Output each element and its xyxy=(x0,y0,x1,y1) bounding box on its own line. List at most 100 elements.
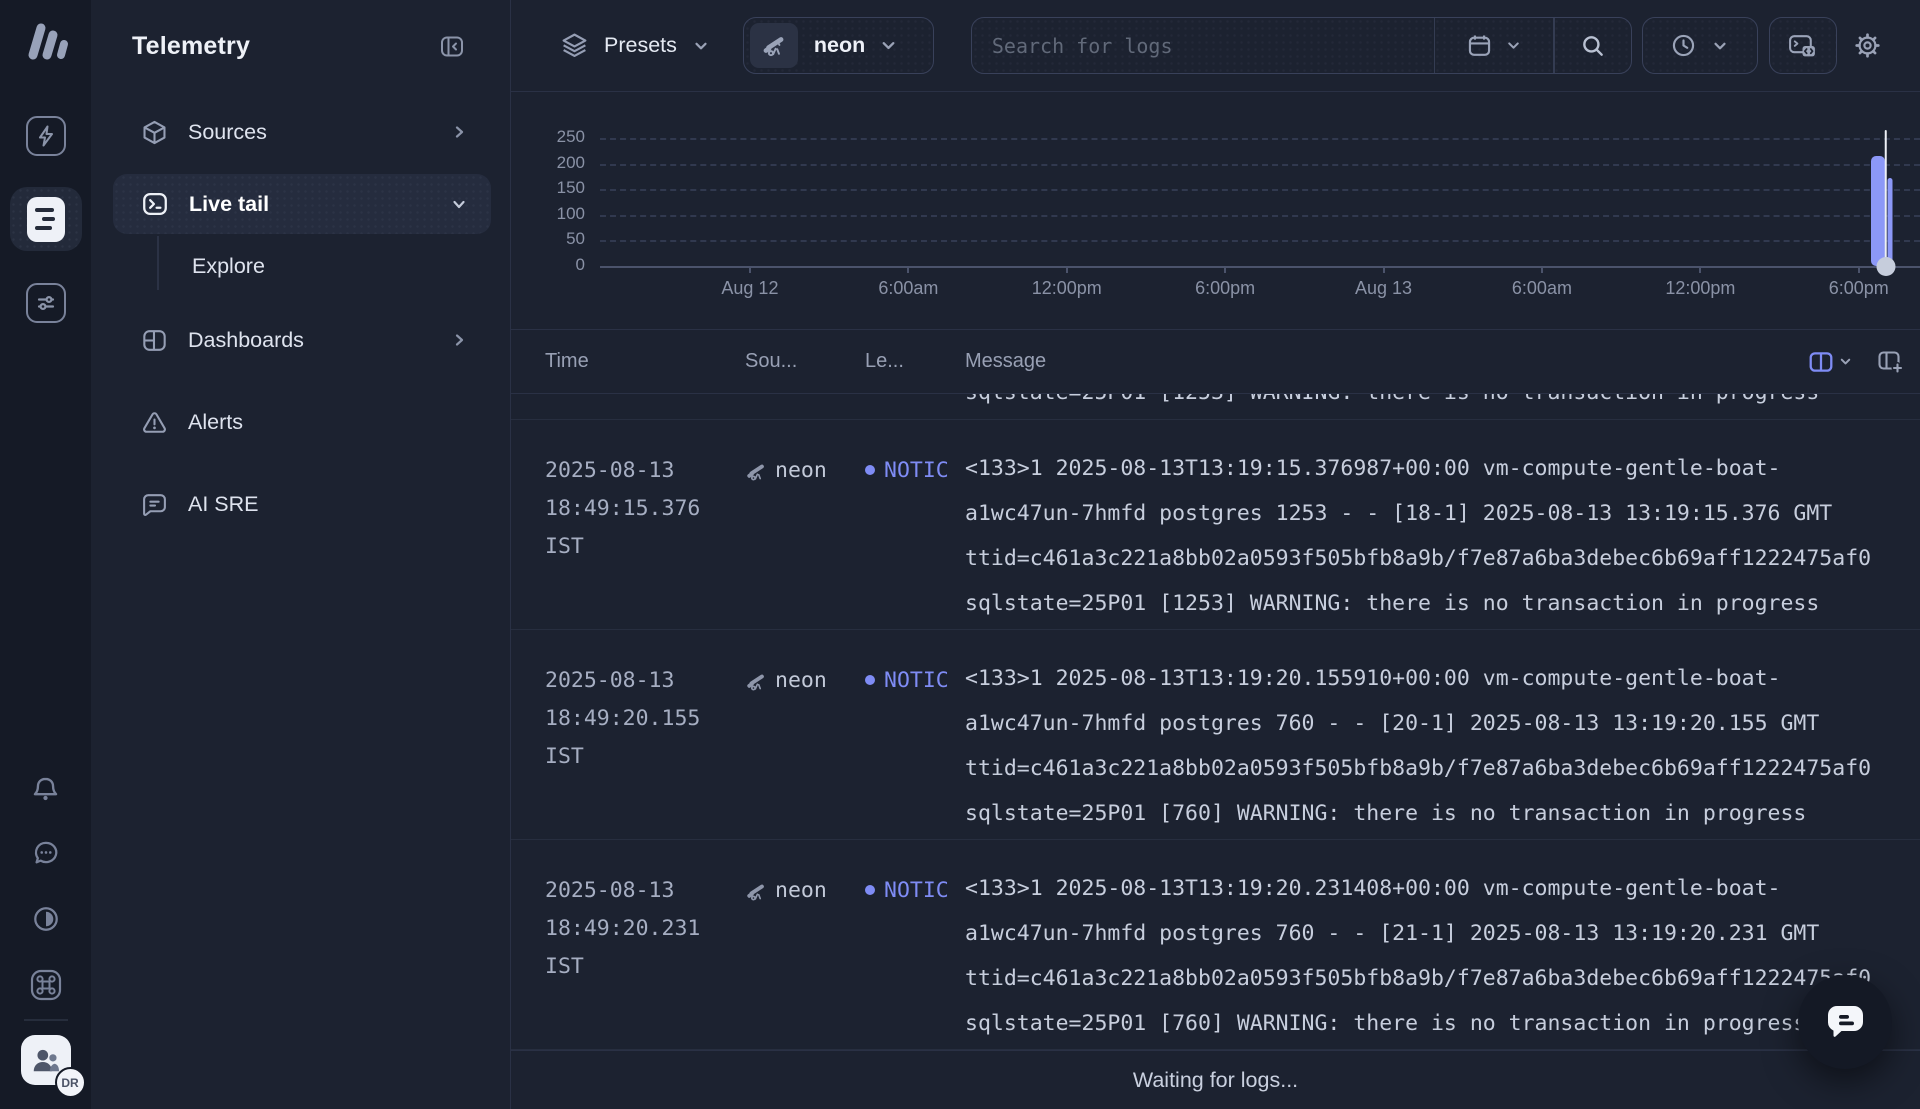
avatar-initials-badge[interactable]: DR xyxy=(55,1067,86,1098)
column-header-message[interactable]: Message xyxy=(965,350,1808,373)
sidebar-item-label: Live tail xyxy=(189,192,269,217)
search-icon xyxy=(1580,33,1606,59)
chevron-down-icon xyxy=(1505,37,1522,54)
collapse-sidebar-button[interactable] xyxy=(439,34,465,59)
theme-toggle-button[interactable] xyxy=(26,899,66,939)
log-date: 2025-08-13 xyxy=(545,872,745,910)
live-scrubber-handle[interactable] xyxy=(1876,257,1895,276)
clipped-log-row[interactable]: sqlstate=25P01 [1253] WARNING: there is … xyxy=(511,394,1920,420)
sidebar: Telemetry Sources xyxy=(91,0,511,1109)
date-range-button[interactable] xyxy=(1435,18,1553,73)
sidebar-item-label: Explore xyxy=(192,254,265,279)
x-axis-tick-label: 12:00pm xyxy=(1032,278,1102,299)
x-axis-tick-label: 12:00pm xyxy=(1665,278,1735,299)
telescope-icon xyxy=(745,671,767,693)
alert-triangle-icon xyxy=(141,409,168,436)
sidebar-item-explore[interactable]: Explore xyxy=(113,240,491,292)
live-tail-popout-button[interactable] xyxy=(1769,17,1837,74)
presets-button[interactable]: Presets xyxy=(560,31,710,60)
x-axis-tick-label: 6:00am xyxy=(878,278,938,299)
run-search-button[interactable] xyxy=(1555,18,1631,73)
x-axis-tickmark xyxy=(749,267,751,273)
x-axis-tickmark xyxy=(1858,267,1860,273)
telescope-icon xyxy=(761,33,787,59)
rail-item-pipelines[interactable] xyxy=(26,283,66,323)
log-source-cell: neon xyxy=(745,420,865,629)
gear-icon xyxy=(1854,32,1881,59)
source-selected-value: neon xyxy=(814,33,865,58)
toolbar: Presets neon xyxy=(511,0,1920,92)
source-selector[interactable]: neon xyxy=(743,17,934,74)
settings-button[interactable] xyxy=(1854,32,1881,59)
x-axis-tick-label: Aug 13 xyxy=(1355,278,1412,299)
sidebar-nav: Sources Live tail Explore xyxy=(91,92,510,530)
time-range-button[interactable] xyxy=(1642,17,1758,74)
logs-icon xyxy=(27,197,65,242)
sidebar-item-ai-sre[interactable]: AI SRE xyxy=(113,478,491,530)
level-dot-icon xyxy=(865,465,875,475)
command-icon xyxy=(29,968,63,1002)
add-column-button[interactable] xyxy=(1877,349,1904,375)
chat-square-icon xyxy=(141,491,168,518)
notifications-button[interactable] xyxy=(26,769,66,809)
page-title: Telemetry xyxy=(132,32,250,61)
waiting-status: Waiting for logs... xyxy=(1133,1068,1298,1093)
chevron-down-icon xyxy=(692,37,710,55)
log-message: <133>1 2025-08-13T13:19:20.155910+00:00 … xyxy=(965,630,1920,839)
sidebar-item-live-tail[interactable]: Live tail xyxy=(113,174,491,234)
rail-item-quickstart[interactable] xyxy=(26,116,66,156)
middleware-logo[interactable] xyxy=(20,16,72,62)
log-source: neon xyxy=(775,662,827,700)
x-axis-baseline xyxy=(600,266,1920,268)
app-window: DR Telemetry xyxy=(0,0,1920,1109)
sidebar-item-dashboards[interactable]: Dashboards xyxy=(113,314,491,366)
sidebar-item-sources[interactable]: Sources xyxy=(113,106,491,158)
user-avatar[interactable]: DR xyxy=(21,1035,71,1085)
column-header-time[interactable]: Time xyxy=(545,350,745,373)
bell-icon xyxy=(31,775,60,804)
search-input[interactable] xyxy=(972,18,1434,73)
x-axis-tick-label: 6:00pm xyxy=(1195,278,1255,299)
column-header-level[interactable]: Le... xyxy=(865,350,965,373)
sidebar-item-label: Dashboards xyxy=(188,328,304,353)
log-row[interactable]: 2025-08-13 18:49:20.231 IST neon NOTIC <… xyxy=(511,840,1920,1050)
column-header-source[interactable]: Sou... xyxy=(745,350,865,373)
chevron-down-icon xyxy=(1838,354,1853,369)
cube-icon xyxy=(141,119,168,146)
x-axis-tickmark xyxy=(1224,267,1226,273)
shortcuts-button[interactable] xyxy=(26,965,66,1005)
sidebar-item-alerts[interactable]: Alerts xyxy=(113,396,491,448)
log-row[interactable]: 2025-08-13 18:49:20.155 IST neon NOTIC <… xyxy=(511,630,1920,840)
log-level: NOTIC xyxy=(884,668,949,693)
presets-label: Presets xyxy=(604,33,677,58)
log-source: neon xyxy=(775,872,827,910)
support-chat-fab[interactable] xyxy=(1798,975,1892,1069)
calendar-icon xyxy=(1466,32,1493,59)
log-time: 18:49:20.231 xyxy=(545,910,745,948)
main-content: Presets neon xyxy=(511,0,1920,1109)
source-icon-box xyxy=(750,23,798,68)
sidebar-item-label: Alerts xyxy=(188,410,243,435)
two-columns-icon xyxy=(1808,350,1834,374)
level-dot-icon xyxy=(865,885,875,895)
gridline xyxy=(600,189,1920,191)
contrast-icon xyxy=(31,904,61,934)
log-volume-bar xyxy=(1887,178,1892,266)
chat-dots-icon xyxy=(31,838,61,868)
chevron-down-icon xyxy=(1711,37,1729,55)
sidebar-item-label: AI SRE xyxy=(188,492,259,517)
log-source: neon xyxy=(775,452,827,490)
panel-collapse-icon xyxy=(439,34,465,59)
log-timezone: IST xyxy=(545,738,745,776)
log-date: 2025-08-13 xyxy=(545,662,745,700)
x-axis-tickmark xyxy=(1541,267,1543,273)
feedback-button[interactable] xyxy=(26,833,66,873)
users-icon xyxy=(30,1045,62,1075)
gridline xyxy=(600,240,1920,242)
log-level-cell: NOTIC xyxy=(865,840,965,1049)
terminal-icon xyxy=(141,190,169,218)
log-row[interactable]: 2025-08-13 18:49:15.376 IST neon NOTIC <… xyxy=(511,420,1920,630)
column-layout-button[interactable] xyxy=(1808,350,1853,374)
rail-item-logs-active[interactable] xyxy=(10,187,82,251)
y-axis-tick-label: 150 xyxy=(511,178,585,198)
